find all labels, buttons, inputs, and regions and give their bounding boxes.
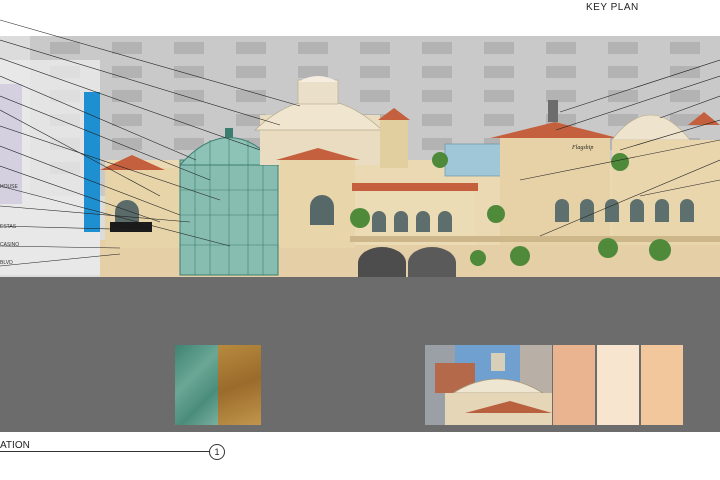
callout-house: HOUSE — [0, 184, 18, 190]
left-pavilion — [100, 155, 180, 248]
elevation-number-bubble: 1 — [209, 444, 225, 460]
building-elevation-rendering: Flagship — [0, 19, 720, 277]
tower-window — [298, 42, 328, 54]
swatch-peach-stucco — [553, 345, 595, 425]
tower-window — [174, 66, 204, 78]
tower-window — [298, 66, 328, 78]
tower-window — [484, 90, 514, 102]
tower-window — [422, 42, 452, 54]
tower-window — [670, 42, 700, 54]
tower-window — [174, 90, 204, 102]
tower-window — [422, 90, 452, 102]
swatch-cream-stucco — [597, 345, 639, 425]
tower-window — [112, 66, 142, 78]
elevation-title-underline — [0, 451, 212, 452]
callout-estas: ESTAS — [0, 224, 17, 230]
tower-window — [112, 114, 142, 126]
dome-reference-photo — [425, 345, 552, 425]
swatch-aged-bronze — [218, 345, 261, 425]
elevation-sheet: KEY PLAN Flagship HOUSE ESTAS CASINO BLV… — [0, 0, 720, 480]
tower-window — [608, 42, 638, 54]
tower-window — [670, 90, 700, 102]
flagship-sign: Flagship — [571, 145, 593, 151]
tower-window — [546, 66, 576, 78]
tower-window — [360, 66, 390, 78]
tower-window — [50, 42, 80, 54]
tower-window — [236, 66, 266, 78]
tower-window — [112, 42, 142, 54]
tower-window — [422, 114, 452, 126]
tower-window — [360, 42, 390, 54]
swatch-patina-copper — [175, 345, 218, 425]
tower-window — [112, 90, 142, 102]
tower-window — [546, 42, 576, 54]
elevation-title: ATION — [0, 440, 30, 451]
tower-window — [174, 114, 204, 126]
red-tile-tower — [378, 108, 410, 168]
tower-window — [484, 66, 514, 78]
tower-window — [112, 138, 142, 150]
tower-window — [360, 90, 390, 102]
swatch-sand-stucco — [641, 345, 683, 425]
tower-window — [422, 66, 452, 78]
callout-casino: CASINO — [0, 242, 20, 248]
tower-window — [236, 42, 266, 54]
tower-window — [174, 42, 204, 54]
tower-window — [484, 114, 514, 126]
tower-window — [608, 66, 638, 78]
callout-blvd: BLVD — [0, 260, 13, 266]
tower-window — [484, 42, 514, 54]
